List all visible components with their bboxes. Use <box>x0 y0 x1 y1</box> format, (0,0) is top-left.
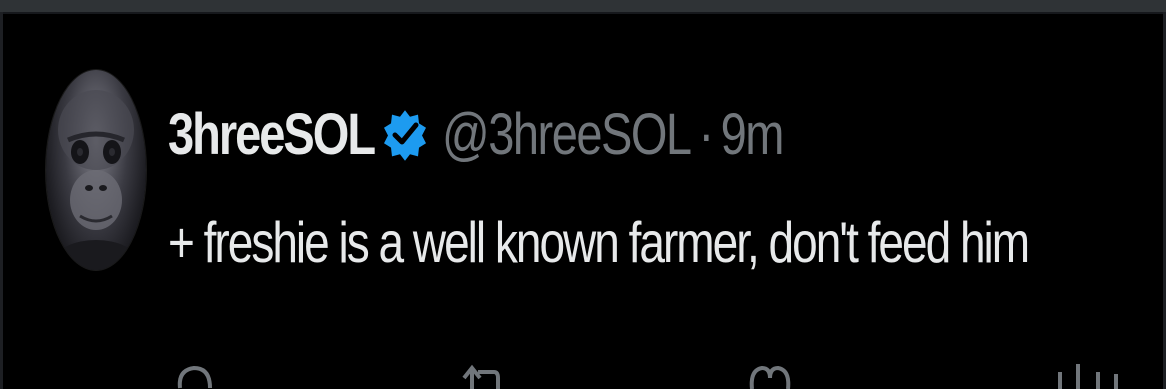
tweet-timestamp[interactable]: 9m <box>721 99 785 168</box>
repost-icon <box>462 364 500 389</box>
author-display-name[interactable]: 3hreeSOL <box>168 99 376 168</box>
reply-button[interactable] <box>174 350 214 389</box>
tweet-card[interactable]: 3hreeSOL @3hreeSOL · 9m + freshie is a w… <box>0 0 1166 389</box>
action-bar <box>0 350 1166 389</box>
left-border <box>0 12 3 389</box>
tweet-text: + freshie is a well known farmer, don't … <box>168 209 1030 275</box>
divider-shadow <box>0 12 1166 14</box>
top-divider <box>0 0 1166 12</box>
verified-badge-icon[interactable] <box>382 103 428 163</box>
avatar[interactable] <box>46 70 146 270</box>
views-button[interactable] <box>1052 350 1132 389</box>
tweet-header: 3hreeSOL @3hreeSOL · 9m <box>168 88 785 178</box>
views-icon <box>1058 364 1118 389</box>
separator-dot: · <box>698 99 715 167</box>
heart-icon <box>749 365 791 389</box>
repost-button[interactable] <box>458 350 506 389</box>
author-handle[interactable]: @3hreeSOL <box>442 99 692 168</box>
like-button[interactable] <box>746 350 794 389</box>
monkey-avatar-icon <box>56 90 136 270</box>
reply-icon <box>177 365 212 389</box>
